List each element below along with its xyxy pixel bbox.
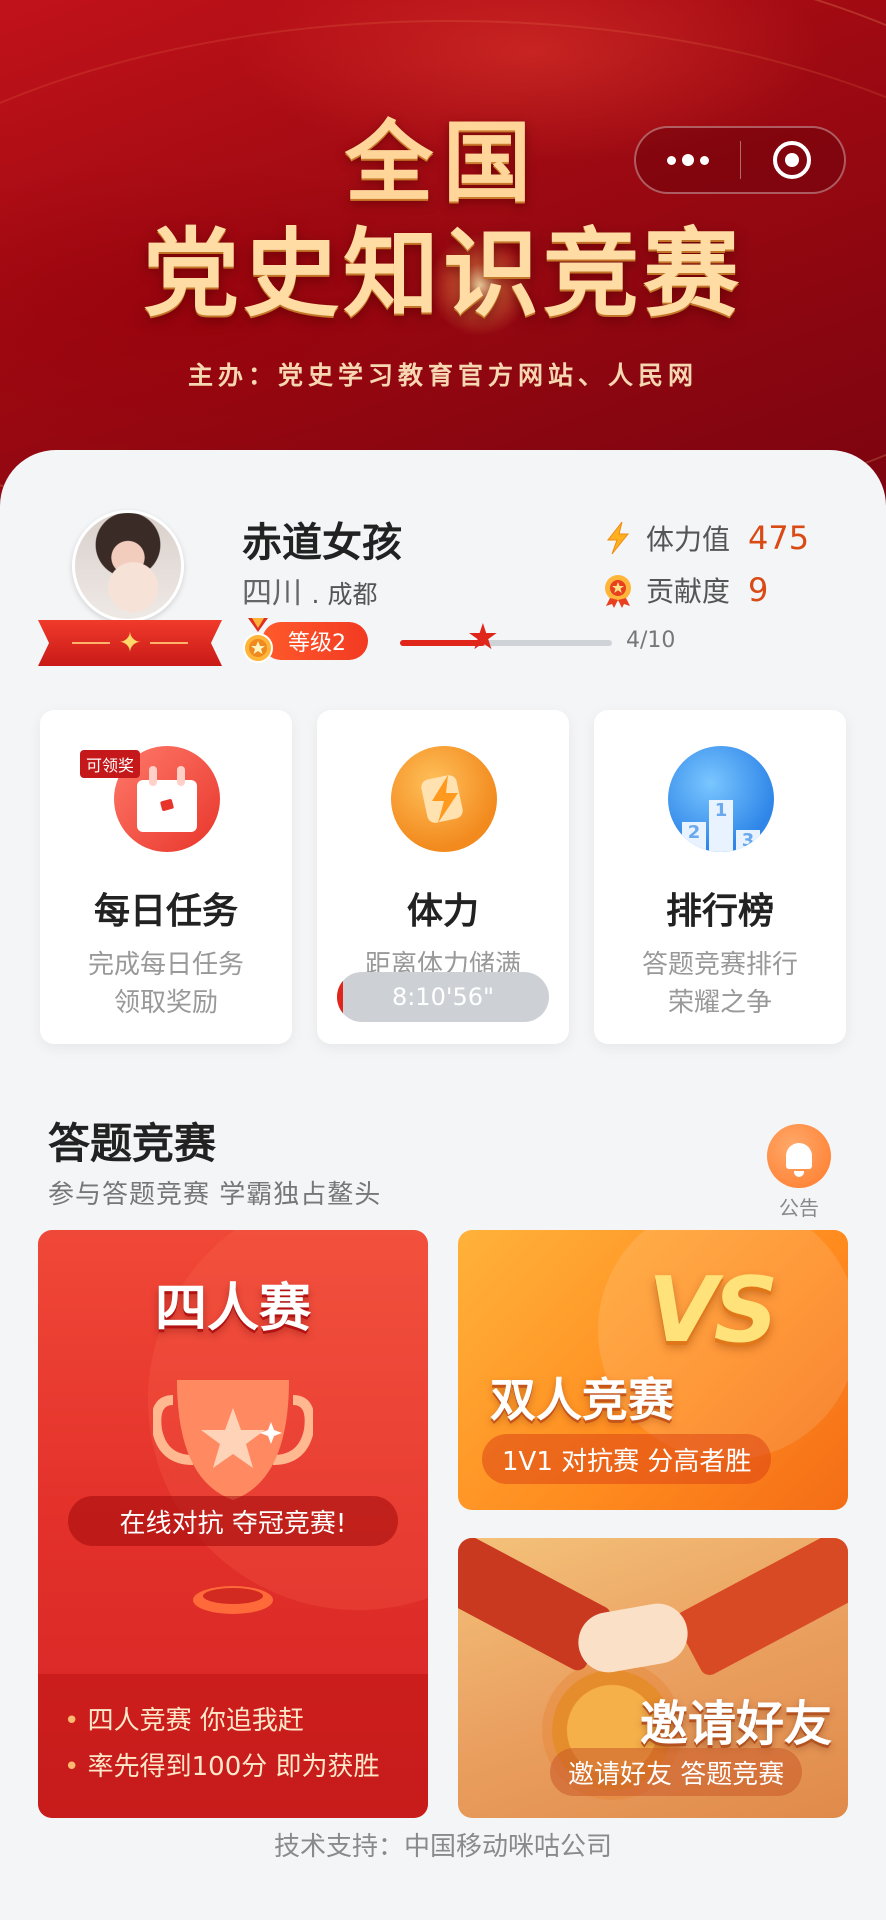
- rule-item: 率先得到100分 即为获胜: [64, 1744, 428, 1790]
- user-province: 四川: [242, 576, 302, 611]
- miniprogram-capsule: [634, 126, 846, 194]
- energy-value: 475: [748, 519, 810, 557]
- notice-label: 公告: [779, 1196, 819, 1220]
- bell-icon: [767, 1124, 831, 1188]
- more-dots-icon: [666, 154, 709, 166]
- daily-task-card[interactable]: 可领奖 每日任务 完成每日任务 领取奖励: [40, 710, 292, 1044]
- energy-label: 体力值: [646, 523, 731, 556]
- energy-card-title: 体力: [406, 891, 479, 932]
- level-progress-text: 4/10: [626, 628, 676, 653]
- avatar[interactable]: [72, 510, 184, 622]
- timer-progress-fill: [337, 972, 344, 1022]
- notice-button[interactable]: 公告: [764, 1124, 834, 1221]
- banner-title-line2: 党史知识竞赛: [143, 217, 743, 330]
- vs-icon: VS: [648, 1258, 778, 1363]
- section-title: 答题竞赛: [48, 1119, 217, 1168]
- rule-item: 四人竞赛 你追我赶: [64, 1698, 428, 1744]
- invite-slogan: 邀请好友 答题竞赛: [550, 1748, 803, 1796]
- daily-task-desc-line1: 完成每日任务: [87, 950, 244, 980]
- daily-task-desc-line2: 领取奖励: [113, 988, 218, 1018]
- level-label: 等级2: [262, 622, 368, 660]
- daily-task-title: 每日任务: [93, 891, 238, 932]
- user-location: 四川 . 成都: [242, 568, 377, 612]
- close-miniprogram-button[interactable]: [741, 128, 845, 192]
- two-player-title: 双人竞赛: [490, 1373, 674, 1427]
- leaderboard-title: 排行榜: [665, 891, 774, 932]
- timer-text: 8:10'56": [391, 983, 495, 1011]
- more-button[interactable]: [636, 128, 740, 192]
- energy-card[interactable]: 体力 距离体力储满 8:10'56": [317, 710, 569, 1044]
- section-subtitle: 参与答题竞赛 学霸独占鳌头: [48, 1180, 382, 1210]
- four-player-title: 四人赛: [154, 1279, 311, 1339]
- lightning-icon: [391, 746, 497, 852]
- handshake-icon: [672, 1538, 848, 1679]
- invite-title: 邀请好友: [639, 1696, 832, 1752]
- user-nickname: 赤道女孩: [242, 520, 402, 566]
- invite-friends-card[interactable]: 邀请好友 邀请好友 答题竞赛: [458, 1538, 848, 1818]
- sparkle-icon: ✦: [118, 626, 142, 659]
- podium-icon: 213: [668, 746, 774, 852]
- target-close-icon: [773, 141, 812, 179]
- four-player-match-card[interactable]: 四人赛 在线对抗 夺冠竞赛! 四人竞赛 你追我赶 率先得到100分 即为获胜: [38, 1230, 428, 1818]
- lightning-icon: [606, 521, 630, 555]
- leaderboard-card[interactable]: 213 排行榜 答题竞赛排行 荣耀之争: [594, 710, 846, 1044]
- user-city: . 成都: [311, 580, 378, 609]
- header-banner: 全国 党史知识竞赛 主办：党史学习教育官方网站、人民网: [0, 0, 886, 520]
- contribution-value: 9: [748, 571, 769, 609]
- leaderboard-desc-line1: 答题竞赛排行: [641, 950, 798, 980]
- level-badge: 等级2: [240, 618, 368, 664]
- star-icon: ★: [466, 617, 500, 658]
- medal-icon: [243, 618, 273, 663]
- energy-stat: 体力值 475: [600, 518, 809, 558]
- four-player-rules: 四人竞赛 你追我赶 率先得到100分 即为获胜: [38, 1674, 428, 1818]
- leaderboard-desc-line2: 荣耀之争: [667, 988, 772, 1018]
- rank-ribbon: ✦: [38, 620, 222, 666]
- contribution-stat: 贡献度 9: [600, 570, 768, 610]
- banner-host-line: 主办：党史学习教育官方网站、人民网: [187, 361, 698, 390]
- four-player-slogan: 在线对抗 夺冠竞赛!: [68, 1496, 398, 1546]
- tech-support-footer: 技术支持：中国移动咪咕公司: [273, 1832, 612, 1862]
- contribution-label: 贡献度: [646, 575, 731, 608]
- two-player-slogan: 1V1 对抗赛 分高者胜: [482, 1434, 772, 1484]
- energy-refill-timer: 8:10'56": [337, 972, 549, 1022]
- level-progress-bar: ★: [400, 620, 612, 656]
- trophy-icon: [153, 1380, 313, 1614]
- claim-reward-tag: 可领奖: [80, 750, 141, 778]
- award-icon: [605, 575, 631, 608]
- two-player-match-card[interactable]: VS 双人竞赛 1V1 对抗赛 分高者胜: [458, 1230, 848, 1510]
